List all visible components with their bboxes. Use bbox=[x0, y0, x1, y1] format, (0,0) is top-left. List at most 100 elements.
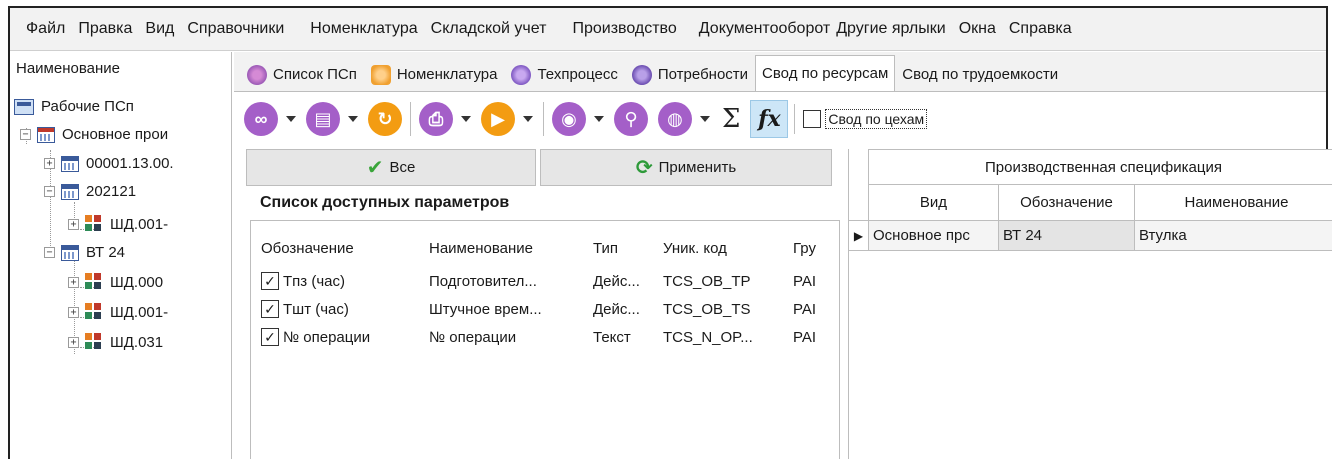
menu-nomenclature[interactable]: Номенклатура bbox=[310, 20, 417, 38]
col-spec-designation[interactable]: Обозначение bbox=[999, 185, 1135, 221]
globe-icon[interactable]: ◍ bbox=[658, 102, 692, 136]
expand-icon[interactable]: + bbox=[68, 306, 79, 318]
col-unique-code[interactable]: Уник. код bbox=[659, 240, 789, 257]
menu-windows[interactable]: Окна bbox=[959, 20, 996, 38]
collapse-icon[interactable]: − bbox=[44, 186, 55, 197]
collapse-icon[interactable]: − bbox=[44, 247, 55, 258]
cell-group: PAI bbox=[793, 328, 817, 346]
workshop-summary-checkbox[interactable]: Свод по цехам bbox=[803, 109, 928, 129]
menu-view[interactable]: Вид bbox=[145, 20, 174, 38]
menu-references[interactable]: Справочники bbox=[187, 20, 284, 38]
col-type[interactable]: Тип bbox=[587, 240, 659, 257]
tab-labor-summary[interactable]: Свод по трудоемкости bbox=[895, 57, 1065, 91]
tab-psp-list[interactable]: Список ПСп bbox=[240, 57, 364, 91]
collapse-icon[interactable]: − bbox=[20, 129, 31, 140]
formula-button[interactable]: fx bbox=[750, 100, 789, 138]
tree-item-vt24[interactable]: − ВТ 24 bbox=[44, 244, 125, 261]
link-icon[interactable]: ∞ bbox=[244, 102, 278, 136]
spec-group-header: Производственная спецификация bbox=[869, 149, 1332, 185]
select-all-button[interactable]: ✔ Все bbox=[246, 149, 536, 186]
calendar-icon bbox=[37, 126, 55, 143]
expand-icon[interactable]: + bbox=[68, 276, 79, 288]
tree-item-label: ШД.001- bbox=[110, 215, 169, 233]
checkbox-unchecked[interactable] bbox=[803, 110, 822, 128]
chevron-down-icon[interactable] bbox=[348, 116, 358, 122]
cell-kind[interactable]: Основное прс bbox=[869, 221, 999, 251]
chevron-down-icon[interactable] bbox=[461, 116, 471, 122]
psp-tree: Наименование Рабочие ПСп − Основное прои… bbox=[10, 52, 232, 459]
row-checkbox-checked[interactable]: ✓ bbox=[261, 272, 279, 290]
tab-techprocess[interactable]: Техпроцесс bbox=[504, 57, 624, 91]
sigma-icon[interactable]: Σ bbox=[722, 104, 740, 134]
menu-edit[interactable]: Правка bbox=[78, 20, 132, 38]
apply-button[interactable]: ⟳ Применить bbox=[540, 149, 832, 186]
chevron-down-icon[interactable] bbox=[594, 116, 604, 122]
table-row[interactable]: ✓ Tшт (час) Штучное врем... Дейс... TCS_… bbox=[251, 296, 829, 322]
expand-icon[interactable]: + bbox=[68, 336, 79, 348]
cell-spec-designation[interactable]: ВТ 24 bbox=[999, 221, 1135, 251]
tree-item-label: 00001.13.00. bbox=[86, 155, 174, 172]
tab-resource-summary[interactable]: Свод по ресурсам bbox=[755, 55, 896, 91]
menu-warehouse[interactable]: Складской учет bbox=[431, 20, 547, 38]
expand-icon[interactable]: + bbox=[68, 218, 79, 230]
tree-item-label: ШД.001- bbox=[110, 303, 169, 321]
tree-item-work-psp[interactable]: Рабочие ПСп bbox=[14, 98, 134, 115]
col-spec-name[interactable]: Наименование bbox=[1135, 185, 1332, 221]
toolbar-separator bbox=[794, 104, 796, 134]
tree-item-202121[interactable]: − 202121 bbox=[44, 183, 136, 200]
tree-item-shd-001a[interactable]: + ШД.001- bbox=[68, 215, 168, 233]
toolbar: ∞ ▤ ↻ ⎙ ▶ ◉ ⚲ ◍ Σ fx Свод по цехам bbox=[234, 93, 1114, 145]
tree-item-label: ШД.000 bbox=[110, 273, 164, 291]
row-checkbox-checked[interactable]: ✓ bbox=[261, 300, 279, 318]
tab-needs[interactable]: Потребности bbox=[625, 57, 755, 91]
tree-item-label: 202121 bbox=[86, 183, 137, 200]
cell-group: PAI bbox=[793, 272, 817, 290]
refresh-icon[interactable]: ↻ bbox=[368, 102, 402, 136]
menu-production[interactable]: Производство bbox=[572, 20, 676, 38]
params-title: Список доступных параметров bbox=[260, 194, 510, 211]
chevron-down-icon[interactable] bbox=[286, 116, 296, 122]
tree-item-00001[interactable]: + 00001.13.00. bbox=[44, 155, 174, 172]
menu-help[interactable]: Справка bbox=[1009, 20, 1072, 38]
chevron-down-icon[interactable] bbox=[700, 116, 710, 122]
tree-item-shd-000[interactable]: + ШД.000 bbox=[68, 273, 163, 291]
tree-item-label: ШД.031 bbox=[110, 333, 164, 351]
play-icon[interactable]: ▶ bbox=[481, 102, 515, 136]
tree-item-label: Основное прои bbox=[62, 126, 169, 143]
print-icon[interactable]: ⎙ bbox=[419, 102, 453, 136]
workshop-summary-label: Свод по цехам bbox=[825, 109, 928, 129]
row-checkbox-checked[interactable]: ✓ bbox=[261, 328, 279, 346]
chevron-down-icon[interactable] bbox=[523, 116, 533, 122]
cell-designation: № операции bbox=[283, 328, 371, 346]
col-designation[interactable]: Обозначение bbox=[251, 240, 421, 257]
expand-icon[interactable]: + bbox=[44, 158, 55, 169]
cell-type: Дейс... bbox=[593, 272, 640, 290]
tree-item-shd-001b[interactable]: + ШД.001- bbox=[68, 303, 168, 321]
app-window: Файл Правка Вид Справочники Номенклатура… bbox=[8, 6, 1332, 459]
table-row[interactable]: ✓ № операции № операции Текст TCS_N_OP..… bbox=[251, 324, 829, 350]
eye-icon[interactable]: ◉ bbox=[552, 102, 586, 136]
tree-item-main-production[interactable]: − Основное прои bbox=[20, 126, 168, 143]
cell-designation: Tпз (час) bbox=[283, 272, 345, 290]
search-icon[interactable]: ⚲ bbox=[614, 102, 648, 136]
table-row[interactable]: ✓ Tпз (час) Подготовител... Дейс... TCS_… bbox=[251, 268, 829, 294]
params-header-row: Обозначение Наименование Тип Уник. код Г… bbox=[251, 235, 829, 261]
col-group[interactable]: Гру bbox=[789, 240, 829, 257]
col-name[interactable]: Наименование bbox=[421, 240, 587, 257]
tab-label: Свод по ресурсам bbox=[762, 65, 889, 82]
tab-nomenclature[interactable]: Номенклатура bbox=[364, 57, 505, 91]
col-kind[interactable]: Вид bbox=[869, 185, 999, 221]
menu-bar: Файл Правка Вид Справочники Номенклатура… bbox=[10, 8, 1326, 51]
menu-other-shortcuts[interactable]: Другие ярлыки bbox=[836, 20, 945, 38]
cell-group: PAI bbox=[793, 300, 817, 318]
menu-document-flow[interactable]: Документооборот bbox=[699, 20, 830, 38]
needs-icon bbox=[631, 64, 652, 85]
tab-label: Номенклатура bbox=[396, 66, 498, 83]
tree-header: Наименование bbox=[16, 60, 120, 77]
tree-item-shd-031[interactable]: + ШД.031 bbox=[68, 333, 163, 351]
menu-file[interactable]: Файл bbox=[26, 20, 65, 38]
calendar-icon bbox=[61, 183, 79, 200]
spec-grid: Производственная спецификация Вид Обозна… bbox=[848, 149, 1332, 459]
document-icon[interactable]: ▤ bbox=[306, 102, 340, 136]
cell-spec-name[interactable]: Втулка bbox=[1135, 221, 1332, 251]
